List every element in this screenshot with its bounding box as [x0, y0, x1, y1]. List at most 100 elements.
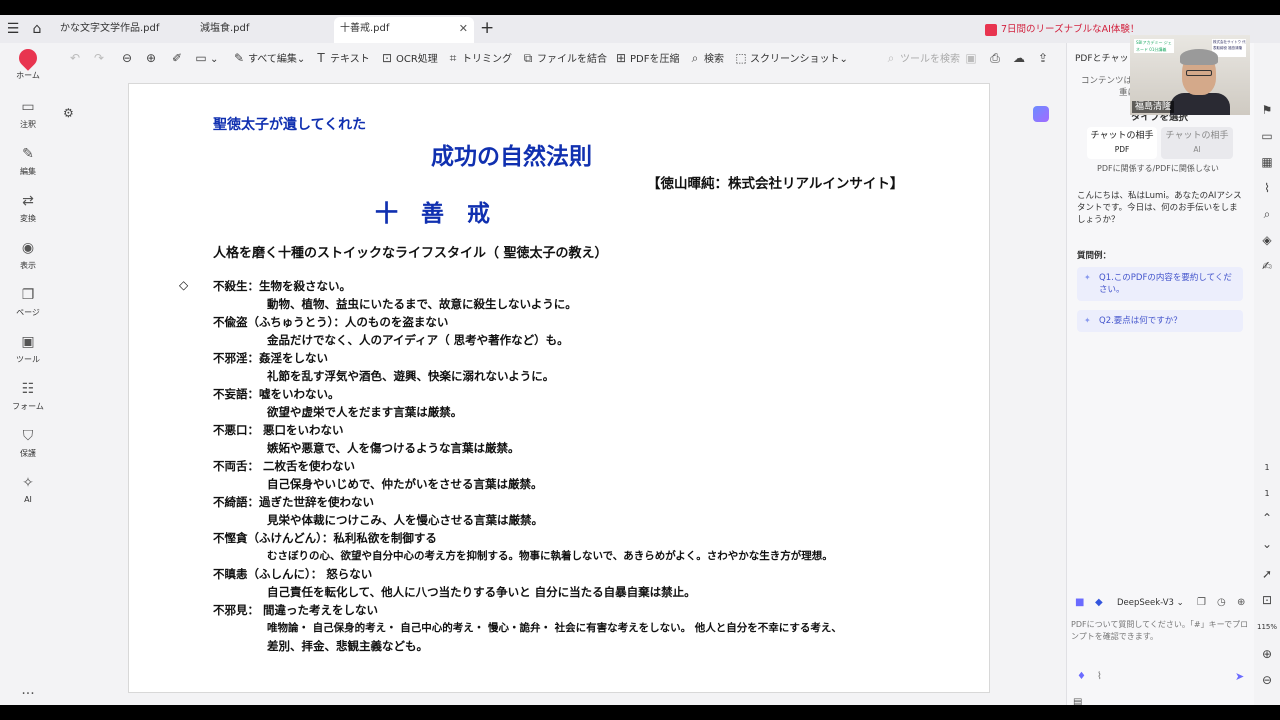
tool-search-input[interactable]: ⌕ ツールを検索 [884, 49, 960, 67]
seg-note: PDFに関係する/PDFに関係しない [1097, 164, 1219, 173]
search-label: 検索 [704, 54, 724, 65]
pdf-page[interactable]: 聖徳太子が遺してくれた 成功の自然法則 【徳山暉純：株式会社リアルインサイト】 … [128, 83, 990, 693]
trim-button[interactable]: ⌗ トリミング [446, 49, 512, 67]
sidebar-item-label: ページ [16, 308, 40, 317]
examples-label: 質問例： [1077, 251, 1112, 261]
sidebar-item-tools[interactable]: ▣ ツール [0, 333, 56, 365]
sidebar-item-page[interactable]: ❐ ページ [0, 286, 56, 318]
webcam-card: SBIアカデミー ジェネード 01分講義 [1134, 39, 1174, 53]
shape-button[interactable]: ▭ ⌄ [194, 49, 218, 67]
sidebar-item-convert[interactable]: ⇄ 変換 [0, 192, 56, 224]
example-question-2[interactable]: ✦ Q2.要点は何ですか？ [1077, 310, 1243, 332]
tab-juzenkai[interactable]: 十善戒.pdf ✕ [334, 17, 474, 43]
attach-icon[interactable]: ⌇ [1097, 671, 1102, 682]
copy-icon[interactable]: ❐ [1197, 597, 1206, 608]
model-selector[interactable]: DeepSeek-V3 ⌄ [1117, 598, 1184, 608]
sidebar-item-edit[interactable]: ✎ 編集 [0, 145, 56, 177]
print-button[interactable]: ⎙ [988, 49, 1004, 67]
precept-main: 不両舌： 二枚舌を使わない [213, 459, 356, 473]
signature-icon[interactable]: ✍ [1254, 259, 1280, 273]
tool-search-placeholder: ツールを検索 [900, 54, 960, 65]
close-icon[interactable]: ✕ [459, 17, 468, 41]
lightbulb-icon[interactable]: ♦ [1077, 671, 1086, 682]
search-icon[interactable]: ⌕ [1254, 207, 1280, 222]
zoom-in-icon[interactable]: ⊕ [1254, 647, 1280, 661]
bookmark-icon[interactable]: ⚑ [1254, 103, 1280, 117]
screen-bottom-border [0, 705, 1280, 720]
person-body [1170, 93, 1230, 115]
compress-label: PDFを圧縮 [630, 54, 680, 65]
combine-button[interactable]: ⧉ ファイルを結合 [521, 49, 607, 67]
screenshot-button[interactable]: ⬚ スクリーンショット⌄ [734, 49, 848, 67]
save-button[interactable]: ▣ [964, 49, 980, 67]
text-button[interactable]: T テキスト [314, 49, 370, 67]
promo-banner[interactable]: 7日間のリーズナブルなAI体験！ [985, 21, 1139, 39]
sidebar-item-label: 編集 [20, 167, 36, 176]
settings-icon[interactable]: ⊕ [1237, 597, 1245, 608]
example-question-1[interactable]: ✦ Q1.このPDFの内容を要約してください。 [1077, 267, 1243, 301]
search-icon: ⌕ [691, 51, 699, 65]
highlight-button[interactable]: ✐ [170, 49, 186, 67]
ai-icon: ✧ [22, 475, 34, 491]
precept-detail: 唯物論・ 自己保身的考え・ 自己中心的考え・ 慢心・詭弁・ 社会に有害な考えをし… [267, 622, 842, 634]
cloud-button[interactable]: ☁ [1012, 49, 1028, 67]
question-text: Q2.要点は何ですか？ [1099, 316, 1182, 326]
question-text: Q1.このPDFの内容を要約してください。 [1099, 273, 1232, 295]
compress-button[interactable]: ⊞ PDFを圧縮 [614, 49, 680, 67]
chevron-down-icon[interactable]: ⌄ [1254, 537, 1280, 551]
ocr-button[interactable]: ⊡ OCR処理 [380, 49, 438, 67]
precept-main: 不慳貪（ふけんどん）：私利私欲を制御する [213, 531, 437, 545]
send-icon[interactable]: ➤ [1235, 670, 1244, 683]
ai-chat-panel: PDFとチャット コンテンツはA 重に タイプを選択 チャットの相手 PDF チ… [1066, 43, 1254, 708]
compress-icon: ⊞ [615, 51, 627, 65]
chat-with-pdf-toggle[interactable]: チャットの相手 PDF [1087, 127, 1157, 159]
sidebar-item-home[interactable]: ホーム [0, 45, 56, 81]
fit-page-icon[interactable]: ⊡ [1254, 593, 1280, 607]
sidebar-item-label: 変換 [20, 214, 36, 223]
sidebar-item-ai[interactable]: ✧ AI [0, 474, 56, 504]
gift-icon [985, 23, 997, 36]
page-total: 1 [1264, 489, 1270, 498]
precept-detail: 礼節を乱す浮気や酒色、遊興、快楽に溺れないように。 [267, 369, 555, 383]
view-icon: ◉ [21, 240, 35, 256]
chat-with-ai-toggle[interactable]: チャットの相手 AI [1161, 127, 1233, 159]
edit-all-button[interactable]: ✎ すべて編集⌄ [232, 49, 305, 67]
more-button[interactable]: ··· [0, 685, 56, 703]
history-icon[interactable]: ◷ [1217, 597, 1226, 608]
crop-icon: ⌗ [449, 51, 457, 65]
redo-button[interactable]: ↷ [92, 49, 108, 67]
new-tab-icon[interactable]: + [480, 18, 494, 38]
sidebar-item-protect[interactable]: ⛉ 保護 [0, 427, 56, 459]
precept-detail: 嫉妬や悪意で、人を傷つけるような言葉は厳禁。 [267, 441, 520, 455]
comment-icon[interactable]: ▭ [1254, 129, 1280, 143]
layers-icon[interactable]: ◈ [1254, 233, 1280, 247]
cursor-icon[interactable]: ➚ [1254, 567, 1280, 581]
filter-icon[interactable]: ⚙ [63, 106, 74, 120]
sidebar-item-view[interactable]: ◉ 表示 [0, 239, 56, 271]
sidebar-item-annotate[interactable]: ▭ 注釈 [0, 98, 56, 130]
search-button[interactable]: ⌕ 検索 [688, 49, 724, 67]
chevron-up-icon[interactable]: ⌃ [1254, 511, 1280, 525]
text-label: テキスト [330, 54, 370, 65]
zoom-out-icon[interactable]: ⊖ [1254, 673, 1280, 687]
sparkle-icon: ✦ [1084, 316, 1091, 325]
precept-detail: 差別、拝金、悲観主義なども。 [267, 639, 428, 653]
ai-assistant-icon[interactable] [1033, 106, 1049, 122]
chat-input[interactable]: PDFについて質問してください。「#」キーでプロンプトを確認できます。 [1071, 619, 1251, 643]
person-hair [1180, 49, 1218, 65]
sidebar-item-form[interactable]: ☷ フォーム [0, 380, 56, 412]
share-button[interactable]: ⇪ [1036, 49, 1052, 67]
zoom-out-button[interactable]: ⊖ [120, 49, 136, 67]
undo-button[interactable]: ↶ [68, 49, 84, 67]
rectangle-icon: ▭ [195, 51, 207, 65]
menu-icon[interactable]: ☰ [4, 20, 22, 38]
tab-kana[interactable]: かな文字文学作品.pdf [54, 17, 194, 43]
left-sidebar: ホーム ▭ 注釈 ✎ 編集 ⇄ 変換 ◉ 表示 ❐ ページ ▣ ツール ☷ フォ… [0, 43, 56, 705]
zoom-in-button[interactable]: ⊕ [144, 49, 160, 67]
document-area: ⚙ 聖徳太子が遺してくれた 成功の自然法則 【徳山暉純：株式会社リアルインサイト… [56, 73, 1064, 705]
tab-gensenshoku[interactable]: 減塩食.pdf [194, 17, 334, 43]
home-icon[interactable]: ⌂ [28, 20, 46, 38]
attachment-icon[interactable]: ⌇ [1254, 181, 1280, 195]
doc-heading: 十 善 戒 [375, 200, 490, 227]
thumbnail-icon[interactable]: ▦ [1254, 155, 1280, 169]
